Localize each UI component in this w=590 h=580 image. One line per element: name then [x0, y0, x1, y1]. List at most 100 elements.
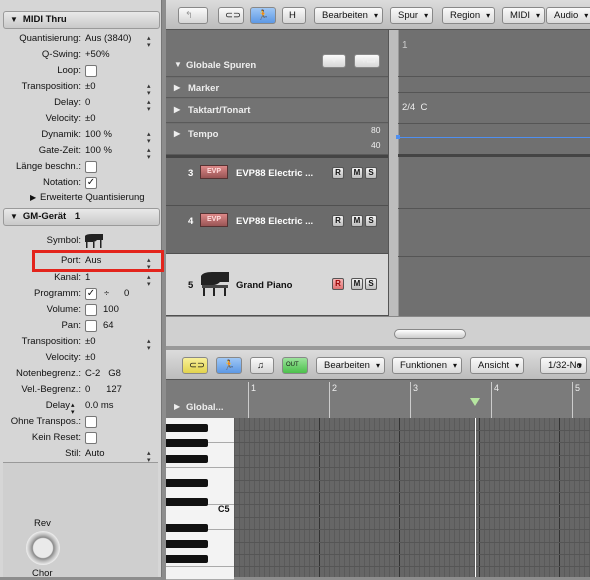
thru-row-value[interactable]: Aus (3840) [85, 31, 131, 47]
track-name[interactable]: EVP88 Electric ... [236, 168, 313, 179]
thru-row-value[interactable]: 100 % [85, 143, 112, 159]
arrange-menu-4[interactable]: Audio [546, 7, 590, 24]
thru-row[interactable]: Loop: [0, 63, 162, 79]
track-row[interactable]: 3 EVP EVP88 Electric ... R M S [166, 158, 388, 206]
thru-row-checkbox[interactable]: ✓ [85, 177, 97, 189]
tempo-line[interactable] [398, 137, 590, 138]
thru-row[interactable]: Länge beschn.: [0, 159, 162, 175]
gm-device-header[interactable]: ▼ GM-Gerät 1 [3, 208, 160, 226]
solo-button[interactable]: S [365, 215, 377, 227]
disclosure-closed-icon[interactable]: ▶ [174, 402, 180, 411]
signature-track[interactable]: ▶ Taktart/Tonart [166, 99, 388, 123]
thru-row-value[interactable]: +50% [85, 47, 110, 63]
pan-checkbox[interactable] [85, 320, 97, 332]
piano-roll-ruler[interactable]: ▶ Global... 1 2 3 4 5 [166, 380, 590, 418]
notenbegrenz-row[interactable]: Notenbegrenz.: C-2 G8 [0, 366, 162, 382]
signature-value[interactable]: 2/4 C [402, 102, 427, 113]
add-global-track-button[interactable]: + [322, 54, 346, 68]
volume-checkbox[interactable] [85, 304, 97, 316]
midi-in-icon[interactable]: ♫ [250, 357, 274, 374]
black-key[interactable] [166, 555, 208, 563]
delay-ms-value[interactable]: 0.0 ms [85, 398, 114, 414]
catch-icon[interactable]: 🏃 [216, 357, 242, 374]
mute-button[interactable]: M [351, 215, 363, 227]
record-button[interactable]: R [332, 278, 344, 290]
zoom-slider[interactable] [394, 329, 466, 339]
mute-button[interactable]: M [351, 167, 363, 179]
disclosure-closed-icon[interactable]: ▶ [174, 105, 180, 114]
piano-keyboard[interactable]: C5 [166, 418, 234, 580]
arrange-menu-0[interactable]: Bearbeiten [314, 7, 383, 24]
note-grid[interactable] [234, 418, 590, 577]
mute-button[interactable]: M [351, 278, 363, 290]
disclosure-open-icon[interactable]: ▼ [10, 212, 18, 221]
marker-track[interactable]: ▶ Marker [166, 78, 388, 98]
disclosure-open-icon[interactable]: ▼ [10, 15, 18, 24]
piano-roll-menu-2[interactable]: Ansicht [470, 357, 525, 374]
black-key[interactable] [166, 439, 208, 447]
pan-row[interactable]: Pan: 64 [0, 318, 162, 334]
velbegrenz-row[interactable]: Vel.-Begrenz.: 0 127 [0, 382, 162, 398]
ohne-transpos-row[interactable]: Ohne Transpos.: [0, 414, 162, 430]
black-key[interactable] [166, 424, 208, 432]
thru-row[interactable]: Delay: 0 ▴ ▾ [0, 95, 162, 113]
thru-row[interactable]: Dynamik: 100 % ▴ ▾ [0, 127, 162, 145]
track-row[interactable]: 4 EVP EVP88 Electric ... R M S [166, 206, 388, 254]
gm-transposition-row[interactable]: Transposition: ±0 ▴ ▾ [0, 334, 162, 352]
black-key[interactable] [166, 455, 208, 463]
programm-row[interactable]: Programm: ✓ ÷ 0 [0, 286, 162, 302]
delay-ms-row[interactable]: Delay ▴ ▾ 0.0 ms [0, 398, 162, 416]
gm-velocity-row[interactable]: Velocity: ±0 [0, 350, 162, 366]
white-key[interactable] [166, 566, 234, 580]
thru-row-value[interactable]: 0 [85, 95, 90, 111]
programm-checkbox[interactable]: ✓ [85, 288, 97, 300]
kanal-row[interactable]: Kanal: 1 ▴ ▾ [0, 270, 162, 288]
thru-row[interactable]: Transposition: ±0 ▴ ▾ [0, 79, 162, 97]
solo-button[interactable]: S [365, 167, 377, 179]
midi-thru-header[interactable]: ▼ MIDI Thru [3, 11, 160, 29]
link-icon[interactable]: ⊂⊃ [218, 7, 244, 24]
thru-row-value[interactable]: 100 % [85, 127, 112, 143]
thru-row[interactable]: Q-Swing: +50% [0, 47, 162, 63]
black-key[interactable] [166, 479, 208, 487]
arrange-menu-1[interactable]: Spur [390, 7, 434, 24]
thru-row[interactable]: Velocity: ±0 [0, 111, 162, 127]
ohne-transpos-checkbox[interactable] [85, 416, 97, 428]
velbegrenz-value[interactable]: 0 127 [85, 382, 122, 398]
back-button[interactable]: ↰ [178, 7, 208, 24]
thru-row[interactable]: Quantisierung: Aus (3840) ▴ ▾ [0, 31, 162, 49]
quantize-menu[interactable]: 1/32-No [540, 357, 587, 374]
catch-icon[interactable]: 🏃 [250, 7, 276, 24]
link-icon[interactable]: ⊂⊃ [182, 357, 208, 374]
stil-value[interactable]: Auto [85, 446, 105, 462]
notenbegrenz-value[interactable]: C-2 G8 [85, 366, 121, 382]
arrange-menu-2[interactable]: Region [442, 7, 496, 24]
gm-transposition-value[interactable]: ±0 [85, 334, 96, 350]
gm-velocity-value[interactable]: ±0 [85, 350, 96, 366]
black-key[interactable] [166, 498, 208, 506]
arrange-menu-3[interactable]: MIDI [502, 7, 546, 24]
thru-row-checkbox[interactable] [85, 161, 97, 173]
disclosure-closed-icon[interactable]: ▶ [174, 83, 180, 92]
piano-roll-menu-0[interactable]: Bearbeiten [316, 357, 385, 374]
thru-row-value[interactable]: ±0 [85, 79, 96, 95]
kein-reset-checkbox[interactable] [85, 432, 97, 444]
disclosure-open-icon[interactable]: ▼ [174, 60, 182, 69]
track-name[interactable]: EVP88 Electric ... [236, 216, 313, 227]
piano-symbol-icon[interactable] [84, 233, 104, 249]
kanal-value[interactable]: 1 [85, 270, 90, 286]
thru-row-value[interactable]: ±0 [85, 111, 96, 127]
global-tracks-header[interactable]: ▼ Globale Spuren + +▭ [166, 30, 388, 77]
pan-value[interactable]: 64 [103, 318, 114, 334]
thru-row[interactable]: Gate-Zeit: 100 % ▴ ▾ [0, 143, 162, 161]
volume-value[interactable]: 100 [103, 302, 119, 318]
black-key[interactable] [166, 540, 208, 548]
record-button[interactable]: R [332, 167, 344, 179]
record-button[interactable]: R [332, 215, 344, 227]
solo-button[interactable]: S [365, 278, 377, 290]
disclosure-closed-icon[interactable]: ▶ [30, 190, 36, 206]
midi-out-button[interactable]: OUT [282, 357, 308, 374]
programm-value[interactable]: 0 [124, 286, 129, 302]
black-key[interactable] [166, 524, 208, 532]
tempo-track[interactable]: ▶ Tempo 80 40 [166, 124, 388, 155]
